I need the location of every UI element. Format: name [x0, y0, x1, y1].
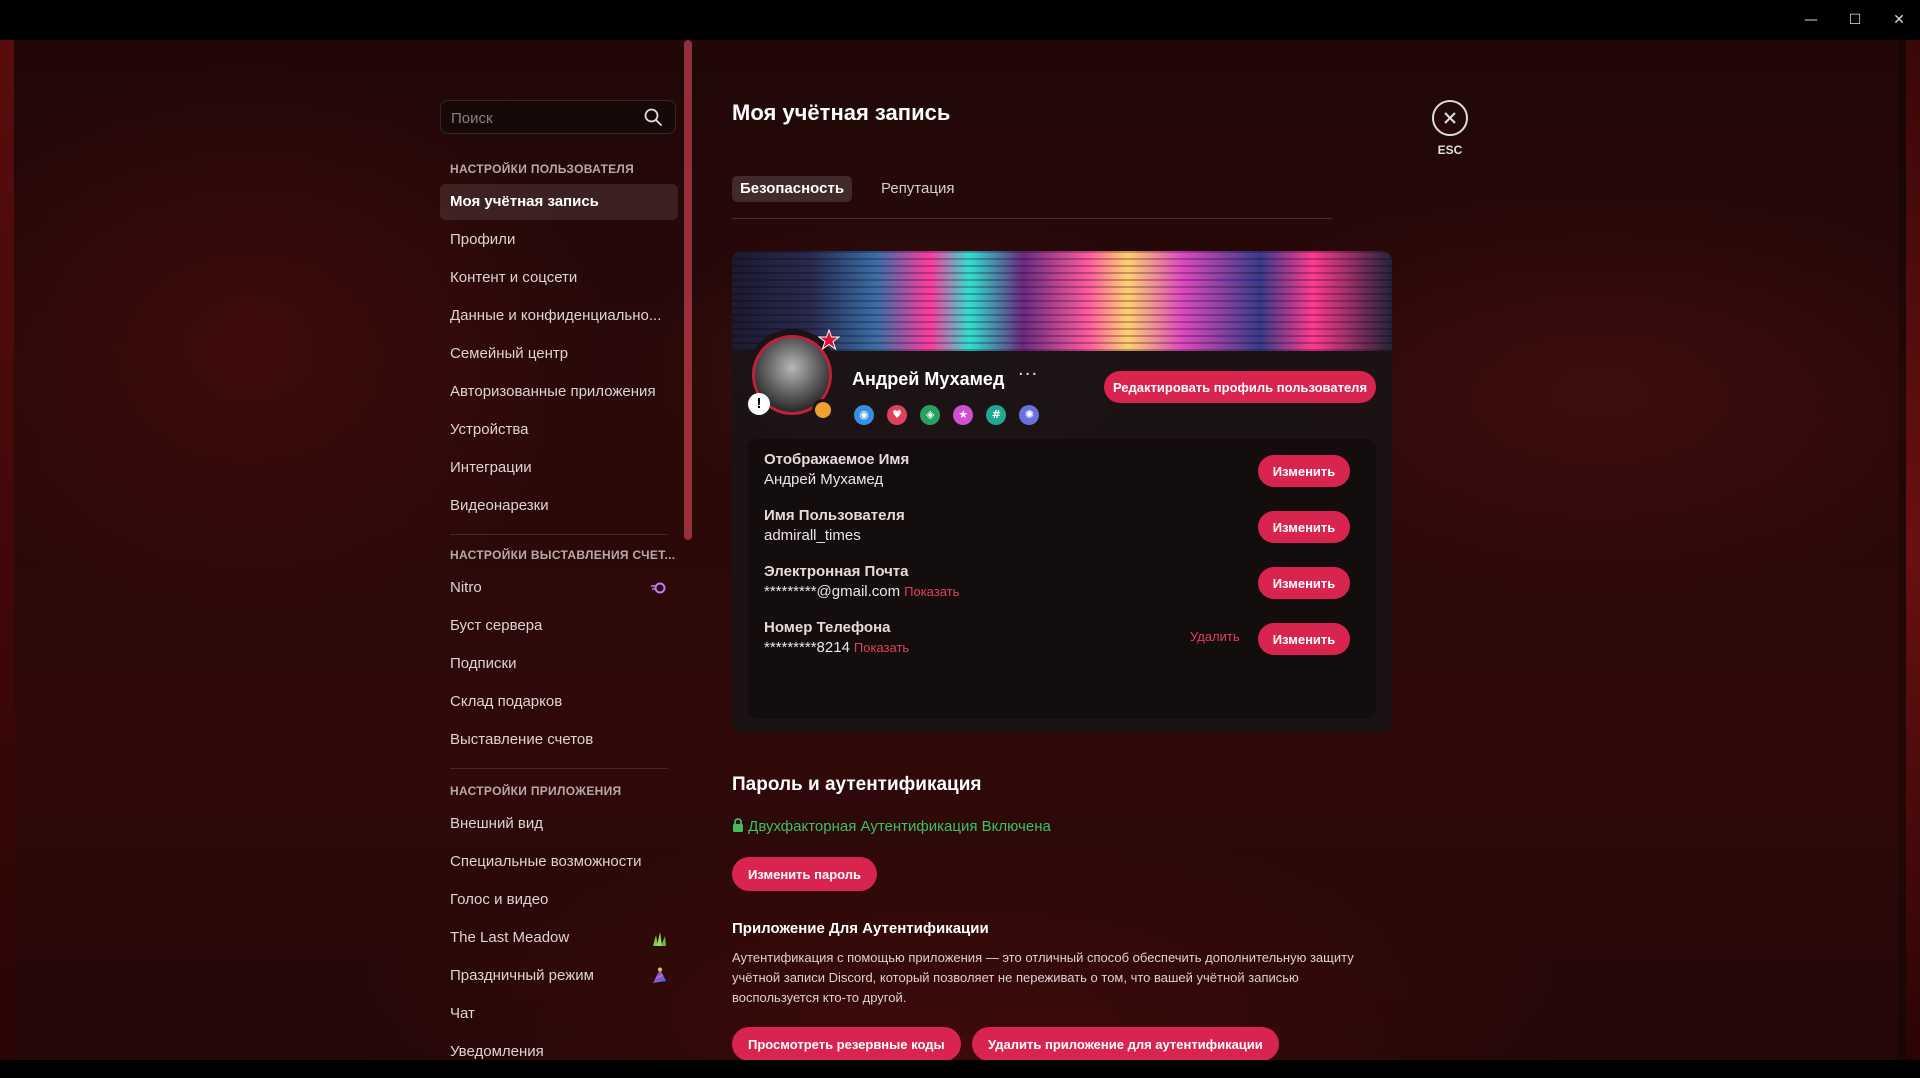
- sidebar-item-gift-inventory[interactable]: Склад подарков: [440, 684, 678, 720]
- edit-email-button[interactable]: Изменить: [1258, 567, 1350, 599]
- sidebar-item-billing[interactable]: Выставление счетов: [440, 722, 678, 758]
- sidebar-item-appearance[interactable]: Внешний вид: [440, 806, 678, 842]
- view-backup-codes-button[interactable]: Просмотреть резервные коды: [732, 1027, 961, 1061]
- grass-icon: [653, 932, 666, 946]
- sidebar-item-chat[interactable]: Чат: [440, 996, 678, 1032]
- search-box[interactable]: [440, 100, 676, 135]
- remove-auth-app-button[interactable]: Удалить приложение для аутентификации: [972, 1027, 1279, 1061]
- heart-badge-icon[interactable]: ♥: [887, 404, 908, 425]
- sidebar-item-data-privacy[interactable]: Данные и конфиденциально...: [440, 298, 678, 334]
- sidebar-scrollbar[interactable]: [684, 40, 692, 540]
- account-fields: Отображаемое Имя Андрей Мухамед Изменить…: [748, 439, 1376, 719]
- sidebar-item-subscriptions[interactable]: Подписки: [440, 646, 678, 682]
- phone-value-row: *********8214 Показать: [764, 639, 909, 656]
- sidebar-item-clips[interactable]: Видеонарезки: [440, 488, 678, 524]
- edit-profile-button[interactable]: Редактировать профиль пользователя: [1104, 371, 1376, 403]
- username-label: Имя Пользователя: [764, 507, 905, 524]
- nitro-badge-icon[interactable]: ✺: [1019, 404, 1040, 425]
- email-label: Электронная Почта: [764, 563, 909, 580]
- avatar-decoration-icon: [818, 329, 840, 351]
- tab-divider: [732, 218, 1332, 219]
- close-settings-button[interactable]: [1432, 100, 1468, 136]
- maximize-button[interactable]: ☐: [1842, 8, 1868, 32]
- party-hat-icon: [653, 967, 666, 983]
- phone-value: *********8214: [764, 639, 850, 656]
- reveal-email-link[interactable]: Показать: [904, 584, 959, 599]
- main-scrollbar[interactable]: [1898, 40, 1906, 1060]
- hashtag-badge-icon[interactable]: #: [986, 404, 1007, 425]
- status-idle-icon: [812, 399, 834, 421]
- sidebar-item-authorized-apps[interactable]: Авторизованные приложения: [440, 374, 678, 410]
- remove-phone-link[interactable]: Удалить: [1190, 629, 1240, 644]
- nitro-icon: [651, 582, 666, 594]
- edit-username-button[interactable]: Изменить: [1258, 511, 1350, 543]
- sidebar-item-label: Праздничный режим: [450, 967, 594, 984]
- twofa-status-text: Двухфакторная Аутентификация Включена: [748, 818, 1051, 835]
- sidebar-item-devices[interactable]: Устройства: [440, 412, 678, 448]
- auth-app-heading: Приложение Для Аутентификации: [732, 920, 989, 937]
- hypesquad-icon[interactable]: ◉: [854, 404, 874, 425]
- display-name-value: Андрей Мухамед: [764, 471, 884, 488]
- sidebar-item-last-meadow[interactable]: The Last Meadow: [440, 920, 678, 956]
- sidebar-item-holiday-mode[interactable]: Праздничный режим: [440, 958, 678, 994]
- section-billing-settings: НАСТРОЙКИ ВЫСТАВЛЕНИЯ СЧЕТ...: [450, 548, 676, 562]
- search-icon[interactable]: [643, 107, 663, 127]
- close-window-button[interactable]: ✕: [1886, 8, 1912, 32]
- window-right-edge: [1906, 40, 1920, 1060]
- bottom-edge: [0, 1060, 1920, 1078]
- warning-badge: !: [748, 393, 770, 415]
- edit-display-name-button[interactable]: Изменить: [1258, 455, 1350, 487]
- password-auth-heading: Пароль и аутентификация: [732, 774, 982, 795]
- quest-badge-icon[interactable]: ◈: [920, 404, 941, 425]
- section-user-settings: НАСТРОЙКИ ПОЛЬЗОВАТЕЛЯ: [450, 162, 635, 176]
- sidebar-divider: [450, 534, 668, 535]
- profile-card: ! Андрей Мухамед ··· ◉ ♥ ◈ ★ # ✺ Редакти…: [732, 251, 1392, 733]
- change-password-button[interactable]: Изменить пароль: [732, 857, 878, 891]
- email-value: *********@gmail.com: [764, 583, 901, 600]
- more-options-button[interactable]: ···: [1018, 364, 1038, 385]
- sidebar-item-label: The Last Meadow: [450, 929, 570, 946]
- search-input[interactable]: [441, 101, 643, 135]
- profile-badges: ◉ ♥ ◈ ★ # ✺: [854, 404, 1047, 425]
- reveal-phone-link[interactable]: Показать: [854, 640, 909, 655]
- auth-app-description: Аутентификация с помощью приложения — эт…: [732, 950, 1354, 1005]
- tab-reputation[interactable]: Репутация: [873, 176, 962, 202]
- avatar-container[interactable]: !: [746, 329, 840, 421]
- display-name-label: Отображаемое Имя: [764, 451, 910, 468]
- phone-label: Номер Телефона: [764, 619, 891, 636]
- edit-phone-button[interactable]: Изменить: [1258, 623, 1350, 655]
- sidebar-item-profiles[interactable]: Профили: [440, 222, 678, 258]
- username-value: admirall_times: [764, 527, 861, 544]
- sidebar-item-nitro[interactable]: Nitro: [440, 570, 678, 606]
- title-bar: — ☐ ✕: [0, 0, 1920, 40]
- display-name: Андрей Мухамед: [852, 369, 1005, 389]
- sidebar-divider: [450, 768, 668, 769]
- minimize-button[interactable]: —: [1798, 8, 1824, 32]
- twofa-status: Двухфакторная Аутентификация Включена: [732, 818, 1051, 835]
- sidebar-item-content-social[interactable]: Контент и соцсети: [440, 260, 678, 296]
- page-title: Моя учётная запись: [732, 100, 951, 125]
- esc-label: ESC: [1437, 143, 1463, 157]
- close-icon: [1444, 112, 1456, 124]
- tab-security[interactable]: Безопасность: [732, 176, 853, 202]
- sidebar-item-my-account[interactable]: Моя учётная запись: [440, 184, 678, 220]
- sidebar-item-accessibility[interactable]: Специальные возможности: [440, 844, 678, 880]
- sidebar-item-voice-video[interactable]: Голос и видео: [440, 882, 678, 918]
- lock-icon: [733, 818, 743, 832]
- email-value-row: *********@gmail.com Показать: [764, 583, 959, 600]
- sidebar-item-integrations[interactable]: Интеграции: [440, 450, 678, 486]
- sidebar-item-family-center[interactable]: Семейный центр: [440, 336, 678, 372]
- star-badge-icon[interactable]: ★: [953, 404, 974, 425]
- sidebar-item-server-boost[interactable]: Буст сервера: [440, 608, 678, 644]
- window-left-edge: [0, 40, 14, 1060]
- section-app-settings: НАСТРОЙКИ ПРИЛОЖЕНИЯ: [450, 784, 622, 798]
- sidebar-item-label: Nitro: [450, 579, 482, 596]
